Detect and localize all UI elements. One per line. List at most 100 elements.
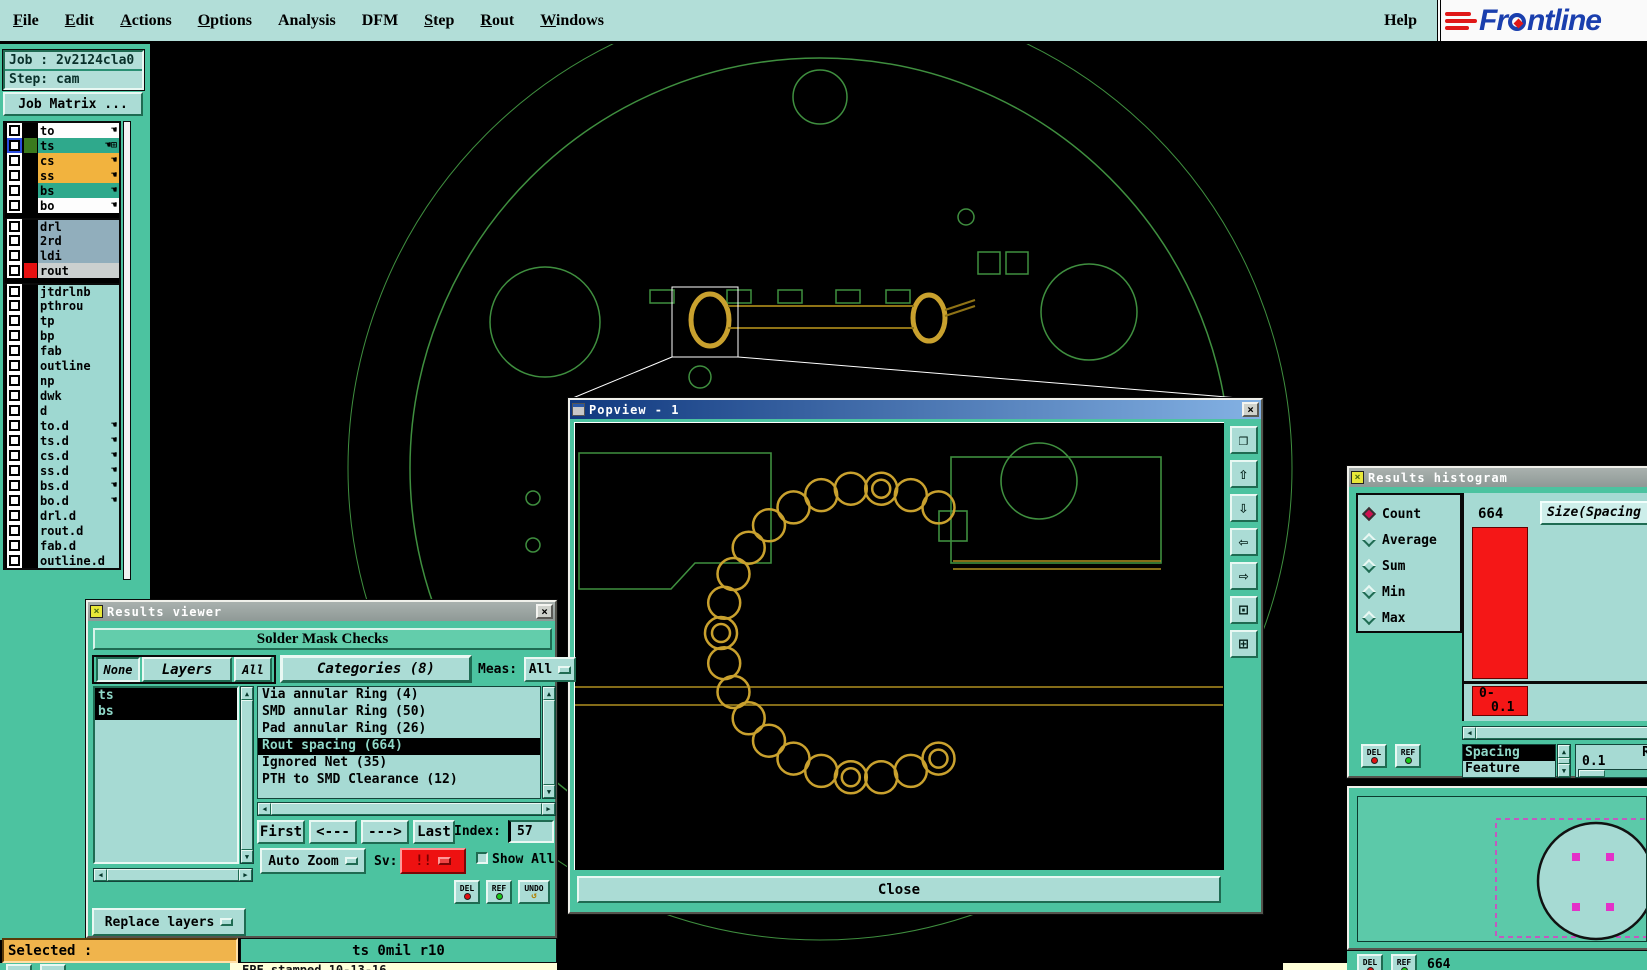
layer-row[interactable]: ts.d ☚ xyxy=(5,433,119,448)
show-all-checkbox[interactable] xyxy=(476,852,488,864)
layer-row[interactable]: jtdrlnb xyxy=(5,283,119,299)
preview-ref-button[interactable]: REF xyxy=(1391,954,1417,970)
menu-item[interactable]: DFM xyxy=(349,12,411,30)
layer-color-swatch[interactable] xyxy=(24,313,37,328)
feature-preview-canvas[interactable] xyxy=(1357,796,1647,942)
popview-canvas[interactable] xyxy=(574,422,1224,870)
layer-visibility-checkbox[interactable] xyxy=(5,448,24,463)
layer-row[interactable]: outline.d xyxy=(5,553,119,568)
layer-row[interactable]: to.d ☚ xyxy=(5,418,119,433)
layer-color-swatch[interactable] xyxy=(24,285,37,298)
categories-v-scrollbar[interactable]: ▲ ▼ xyxy=(542,686,556,799)
reference-result-button[interactable]: REF xyxy=(486,880,512,904)
layer-visibility-checkbox[interactable] xyxy=(5,373,24,388)
measure-type-item[interactable]: Spacing xyxy=(1463,745,1555,761)
result-layers-list[interactable]: ts bs xyxy=(93,686,239,864)
layer-row[interactable]: drl xyxy=(5,218,119,234)
categories-h-scrollbar[interactable]: ◀ ▶ xyxy=(257,802,556,816)
layer-visibility-checkbox[interactable] xyxy=(5,508,24,523)
layers-button[interactable]: Layers xyxy=(142,657,232,682)
metric-radio[interactable]: Average xyxy=(1361,527,1460,553)
last-button[interactable]: Last xyxy=(413,820,455,844)
first-button[interactable]: First xyxy=(257,820,305,844)
layer-visibility-checkbox[interactable] xyxy=(5,233,24,248)
index-input[interactable]: 57 xyxy=(508,820,554,843)
layer-color-swatch[interactable] xyxy=(24,388,37,403)
layer-row[interactable]: rout xyxy=(5,263,119,278)
layer-color-swatch[interactable] xyxy=(24,138,37,153)
job-matrix-button[interactable]: Job Matrix ... xyxy=(3,92,143,116)
layer-color-swatch[interactable] xyxy=(24,508,37,523)
layer-visibility-checkbox[interactable] xyxy=(5,328,24,343)
undo-button[interactable]: UNDO ↺ xyxy=(518,880,550,904)
bottom-stub-button[interactable] xyxy=(6,964,32,970)
layer-color-swatch[interactable] xyxy=(24,168,37,183)
menu-item[interactable]: Step xyxy=(411,12,467,30)
auto-zoom-dropdown[interactable]: Auto Zoom xyxy=(260,848,366,874)
measure-type-list[interactable]: Spacing Feature xyxy=(1462,744,1556,778)
replace-layers-dropdown[interactable]: Replace layers xyxy=(92,908,246,936)
layer-row[interactable]: tp xyxy=(5,313,119,328)
layer-row[interactable]: bo.d ☚ xyxy=(5,493,119,508)
layers-v-scrollbar[interactable]: ▲ ▼ xyxy=(240,686,254,864)
layer-row[interactable]: ss.d ☚ xyxy=(5,463,119,478)
measure-v-scrollbar[interactable]: ▲ ▼ xyxy=(1557,744,1571,778)
histogram-titlebar[interactable]: × Results histogram xyxy=(1349,468,1647,487)
layer-color-swatch[interactable] xyxy=(24,538,37,553)
layer-color-swatch[interactable] xyxy=(24,463,37,478)
layer-row[interactable]: fab xyxy=(5,343,119,358)
layer-row[interactable]: to ☚ xyxy=(5,123,119,138)
popview-tool-icon[interactable]: ⊞ xyxy=(1229,630,1258,658)
layer-visibility-checkbox[interactable] xyxy=(5,153,24,168)
severity-dropdown[interactable]: !! xyxy=(400,848,466,874)
bin-label[interactable]: 0- 0.1 xyxy=(1472,686,1528,716)
layer-row[interactable]: ts ☚⊞ xyxy=(5,138,119,153)
popview-close-icon[interactable]: × xyxy=(1242,402,1259,417)
layer-visibility-checkbox[interactable] xyxy=(5,198,24,213)
histogram-del-button[interactable]: DEL xyxy=(1361,744,1387,768)
layer-row[interactable]: ldi xyxy=(5,248,119,263)
popview-close-button[interactable]: Close xyxy=(577,876,1221,903)
layer-color-swatch[interactable] xyxy=(24,433,37,448)
layer-color-swatch[interactable] xyxy=(24,373,37,388)
metric-radio[interactable]: Max xyxy=(1361,605,1460,631)
result-layer-item[interactable]: bs xyxy=(95,704,237,720)
layer-row[interactable]: bs.d ☚ xyxy=(5,478,119,493)
layer-row[interactable]: cs.d ☚ xyxy=(5,448,119,463)
category-item[interactable]: Ignored Net (35) xyxy=(258,755,540,772)
layer-color-swatch[interactable] xyxy=(24,198,37,213)
layer-color-swatch[interactable] xyxy=(24,123,37,138)
layer-visibility-checkbox[interactable] xyxy=(5,403,24,418)
layer-row[interactable]: outline xyxy=(5,358,119,373)
layer-row[interactable]: d xyxy=(5,403,119,418)
layer-list-scrollbar[interactable] xyxy=(123,121,131,580)
layer-visibility-checkbox[interactable] xyxy=(5,388,24,403)
layer-color-swatch[interactable] xyxy=(24,553,37,568)
none-button[interactable]: None xyxy=(96,657,140,682)
category-item[interactable]: PTH to SMD Clearance (12) xyxy=(258,772,540,789)
preview-del-button[interactable]: DEL xyxy=(1357,954,1383,970)
category-item[interactable]: Rout spacing (664) xyxy=(258,738,540,755)
layer-color-swatch[interactable] xyxy=(24,263,37,278)
layer-color-swatch[interactable] xyxy=(24,220,37,233)
metric-radio[interactable]: Count xyxy=(1361,501,1460,527)
layer-visibility-checkbox[interactable] xyxy=(5,263,24,278)
prev-button[interactable]: <--- xyxy=(309,820,357,844)
metric-radio[interactable]: Sum xyxy=(1361,553,1460,579)
layer-color-swatch[interactable] xyxy=(24,328,37,343)
next-button[interactable]: ---> xyxy=(361,820,409,844)
layer-color-swatch[interactable] xyxy=(24,343,37,358)
popview-tool-icon[interactable]: ⇩ xyxy=(1229,494,1258,522)
layer-visibility-checkbox[interactable] xyxy=(5,183,24,198)
layer-visibility-checkbox[interactable] xyxy=(5,538,24,553)
category-item[interactable]: Via annular Ring (4) xyxy=(258,687,540,704)
category-item[interactable]: Pad annular Ring (26) xyxy=(258,721,540,738)
menu-item[interactable]: Analysis xyxy=(265,12,349,30)
histogram-h-scrollbar[interactable]: ◀ xyxy=(1462,726,1647,740)
layer-visibility-checkbox[interactable] xyxy=(5,248,24,263)
layer-row[interactable]: ss ☚ xyxy=(5,168,119,183)
metric-radio[interactable]: Min xyxy=(1361,579,1460,605)
menu-item[interactable]: File xyxy=(0,12,52,30)
popview-titlebar[interactable]: Popview - 1 × xyxy=(570,400,1261,419)
layer-visibility-checkbox[interactable] xyxy=(5,463,24,478)
